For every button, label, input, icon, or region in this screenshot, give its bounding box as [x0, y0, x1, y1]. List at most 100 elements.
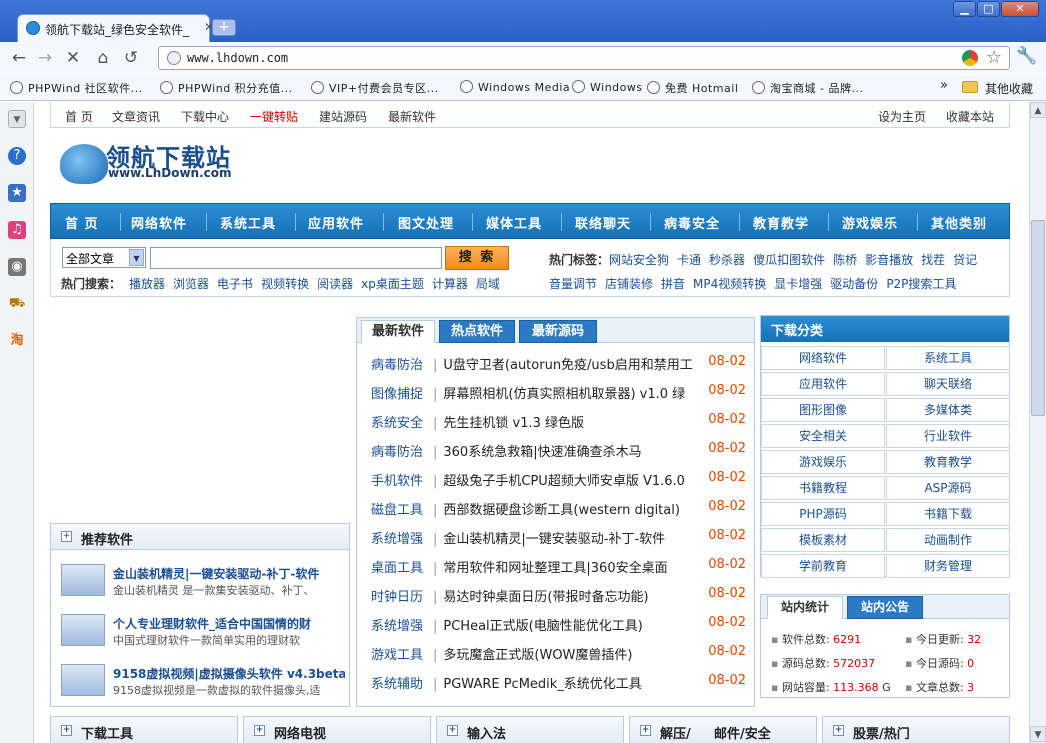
software-row[interactable]: 时钟日历 | 易达时钟桌面日历(带报时备忘功能) 08-02	[371, 586, 746, 608]
category-link[interactable]: 教育教学	[886, 450, 1010, 474]
category-link[interactable]: 系统工具	[886, 346, 1010, 370]
tag-link[interactable]: 拼音	[661, 277, 685, 291]
tag-link[interactable]: 找茬	[921, 253, 945, 267]
row-category[interactable]: 病毒防治	[371, 354, 429, 373]
row-category[interactable]: 时钟日历	[371, 586, 429, 605]
forward-arrow-icon[interactable]: →	[34, 47, 56, 69]
hot-search-link[interactable]: 播放器	[129, 277, 165, 291]
nav-item[interactable]: 图文处理	[398, 213, 454, 232]
category-link[interactable]: 安全相关	[761, 424, 885, 448]
row-category[interactable]: 桌面工具	[371, 557, 429, 576]
row-title[interactable]: 常用软件和网址整理工具|360安全桌面	[443, 557, 699, 576]
tag-link[interactable]: 卡通	[677, 253, 701, 267]
row-title[interactable]: 先生挂机锁 v1.3 绿色版	[443, 412, 699, 431]
scroll-thumb[interactable]	[1031, 220, 1045, 416]
row-category[interactable]: 磁盘工具	[371, 499, 429, 518]
tag-link[interactable]: 显卡增强	[774, 277, 822, 291]
row-title[interactable]: 金山装机精灵|一键安装驱动-补丁-软件	[443, 528, 699, 547]
wrench-icon[interactable]: 🔧	[1016, 46, 1037, 66]
hot-search-link[interactable]: 电子书	[217, 277, 253, 291]
category-link[interactable]: 财务管理	[886, 554, 1010, 578]
software-row[interactable]: 病毒防治 | U盘守卫者(autorun免疫/usb启用和禁用工 08-02	[371, 354, 746, 376]
category-link[interactable]: 图形图像	[761, 398, 885, 422]
row-title[interactable]: 360系统急救箱|快速准确查杀木马	[443, 441, 699, 460]
row-category[interactable]: 系统安全	[371, 412, 429, 431]
maximize-button[interactable]: □	[977, 1, 1000, 17]
category-link[interactable]: 聊天联络	[886, 372, 1010, 396]
bookmark-item[interactable]: 淘宝商城 - 品牌...	[752, 80, 863, 96]
software-row[interactable]: 磁盘工具 | 西部数据硬盘诊断工具(western digital) 08-02	[371, 499, 746, 521]
category-link[interactable]: 游戏娱乐	[761, 450, 885, 474]
category-link[interactable]: 多媒体类	[886, 398, 1010, 422]
software-row[interactable]: 系统辅助 | PGWARE PcMedik_系统优化工具 08-02	[371, 673, 746, 695]
tag-link[interactable]: 店铺装修	[605, 277, 653, 291]
hot-search-link[interactable]: 局域	[476, 277, 500, 291]
nav-item[interactable]: 游戏娱乐	[842, 213, 898, 232]
top-link[interactable]: 文章资讯	[112, 108, 160, 125]
tag-link[interactable]: 音量调节	[549, 277, 597, 291]
recommended-title-link[interactable]: 9158虚拟视频|虚拟摄像头软件 v4.3beta	[113, 665, 345, 682]
shopping-cart-icon[interactable]: ⛟	[8, 295, 26, 313]
nav-item[interactable]: 首 页	[65, 213, 99, 232]
close-window-button[interactable]: ✕	[1001, 1, 1039, 17]
bookmark-item[interactable]: Windows	[572, 80, 643, 94]
top-link[interactable]: 一键转贴	[250, 108, 298, 125]
stop-icon[interactable]: ✕	[62, 47, 84, 69]
category-link[interactable]: 模板素材	[761, 528, 885, 552]
bookmark-item[interactable]: 免费 Hotmail	[647, 80, 738, 96]
software-row[interactable]: 桌面工具 | 常用软件和网址整理工具|360安全桌面 08-02	[371, 557, 746, 579]
category-link[interactable]: 书籍教程	[761, 476, 885, 500]
row-title[interactable]: 西部数据硬盘诊断工具(western digital)	[443, 499, 699, 518]
section-title[interactable]: 网络电视	[274, 723, 326, 742]
video-camera-icon[interactable]: ◉	[8, 258, 26, 276]
software-row[interactable]: 游戏工具 | 多玩魔盒正式版(WOW魔兽插件) 08-02	[371, 644, 746, 666]
browser-tab[interactable]: 领航下载站_绿色安全软件_ ✕	[17, 14, 214, 42]
category-link[interactable]: 行业软件	[886, 424, 1010, 448]
category-link[interactable]: 学前教育	[761, 554, 885, 578]
category-link[interactable]: 书籍下载	[886, 502, 1010, 526]
tag-link[interactable]: P2P搜索工具	[886, 277, 956, 291]
tag-link[interactable]: 影音播放	[865, 253, 913, 267]
bookmark-item[interactable]: PHPWind 积分充值...	[160, 80, 293, 96]
vertical-scrollbar[interactable]: ▲ ▼	[1029, 102, 1046, 743]
help-icon[interactable]: ?	[8, 147, 26, 165]
scroll-up-icon[interactable]: ▲	[1030, 102, 1046, 118]
section-title[interactable]: 下载工具	[81, 723, 133, 742]
software-row[interactable]: 病毒防治 | 360系统急救箱|快速准确查杀木马 08-02	[371, 441, 746, 463]
new-tab-button[interactable]: +	[212, 19, 236, 36]
row-category[interactable]: 系统辅助	[371, 673, 429, 692]
top-link[interactable]: 下载中心	[181, 108, 229, 125]
recommended-title-link[interactable]: 金山装机精灵|一键安装驱动-补丁-软件	[113, 565, 345, 582]
nav-item[interactable]: 联络聊天	[575, 213, 631, 232]
nav-item[interactable]: 教育教学	[753, 213, 809, 232]
row-title[interactable]: PCHeal正式版(电脑性能优化工具)	[443, 615, 699, 634]
software-thumbnail[interactable]	[61, 614, 105, 646]
software-row[interactable]: 系统安全 | 先生挂机锁 v1.3 绿色版 08-02	[371, 412, 746, 434]
tab-latest-software[interactable]: 最新软件	[361, 320, 435, 343]
home-icon[interactable]: ⌂	[92, 47, 114, 69]
nav-item[interactable]: 系统工具	[220, 213, 276, 232]
category-link[interactable]: 动画制作	[886, 528, 1010, 552]
software-thumbnail[interactable]	[61, 564, 105, 596]
tag-link[interactable]: MP4视频转换	[693, 277, 766, 291]
software-row[interactable]: 系统增强 | 金山装机精灵|一键安装驱动-补丁-软件 08-02	[371, 528, 746, 550]
category-link[interactable]: PHP源码	[761, 502, 885, 526]
hot-search-link[interactable]: xp桌面主题	[361, 277, 424, 291]
bookmark-item[interactable]: Windows Media	[460, 80, 570, 94]
row-title[interactable]: 多玩魔盒正式版(WOW魔兽插件)	[443, 644, 699, 663]
row-category[interactable]: 图像捕捉	[371, 383, 429, 402]
bookmark-item[interactable]: PHPWind 社区软件...	[10, 80, 143, 96]
row-category[interactable]: 系统增强	[371, 615, 429, 634]
row-title[interactable]: 屏幕照相机(仿真实照相机取景器) v1.0 绿	[443, 383, 699, 402]
category-link[interactable]: 网络软件	[761, 346, 885, 370]
bookmark-star-icon[interactable]: ☆	[986, 47, 1002, 68]
tab-latest-source[interactable]: 最新源码	[519, 320, 597, 343]
search-category-select[interactable]: 全部文章 ▼	[62, 247, 146, 268]
reload-icon[interactable]: ↺	[120, 47, 142, 69]
row-category[interactable]: 手机软件	[371, 470, 429, 489]
row-title[interactable]: PGWARE PcMedik_系统优化工具	[443, 673, 699, 692]
favorites-star-icon[interactable]: ★	[8, 184, 26, 202]
tag-link[interactable]: 驱动备份	[830, 277, 878, 291]
search-button[interactable]: 搜 索	[445, 246, 509, 270]
tag-link[interactable]: 贷记	[953, 253, 977, 267]
